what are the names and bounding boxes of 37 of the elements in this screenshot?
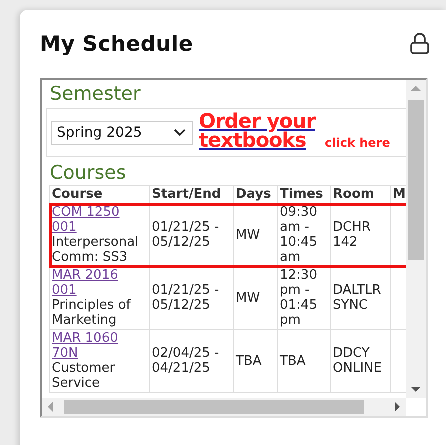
room-text: DCHR 142 [333,220,371,250]
card-title: My Schedule [40,32,194,56]
click-here-text: click here [325,136,390,150]
course-link[interactable]: MAR 2016 [52,268,118,283]
vertical-scrollbar[interactable] [406,80,426,398]
course-name: Principles of Marketing [52,298,131,328]
room-text: DDCY ONLINE [333,346,382,376]
days-text: TBA [236,354,262,368]
times-text: TBA [280,354,306,368]
section-link[interactable]: 001 [52,283,77,298]
date-range: 01/21/25 - 05/12/25 [152,283,220,313]
semester-select[interactable]: Spring 2025 [51,120,193,144]
textbooks-link[interactable]: Order your textbooks [199,112,323,150]
room-text: DALTLR SYNC [333,283,382,313]
course-row[interactable]: COM 1250 001 Interpersonal Comm: SS3 01/21/25 - 05/12/25 MW 09:30 am - 10:45 am DCHR 142 [50,204,406,266]
days-text: MW [236,290,260,306]
column-header: Start/End [150,186,234,204]
days-text: MW [236,228,260,242]
course-name: Interpersonal Comm: SS3 [52,235,139,265]
date-range: 01/21/25 - 05/12/25 [152,220,220,250]
course-link[interactable]: COM 1250 [52,205,120,220]
section-link[interactable]: 70N [52,346,78,361]
column-header: Room [330,186,390,204]
column-header: Times [278,186,330,204]
times-text: 09:30 am - 10:45 am [280,205,318,265]
courses-label: Courses [50,161,128,185]
column-header: Days [234,186,278,204]
course-link[interactable]: MAR 1060 [52,331,118,346]
column-header: Course [50,186,150,204]
semester-label: Semester [50,82,142,106]
lock-icon[interactable] [410,33,430,55]
date-range: 02/04/25 - 04/21/25 [152,346,220,376]
times-text: 12:30 pm - 01:45 pm [280,268,318,328]
section-link[interactable]: 001 [52,220,77,235]
horizontal-scrollbar[interactable] [42,398,406,416]
course-name: Customer Service [52,361,116,391]
chevron-down-icon [174,128,186,136]
